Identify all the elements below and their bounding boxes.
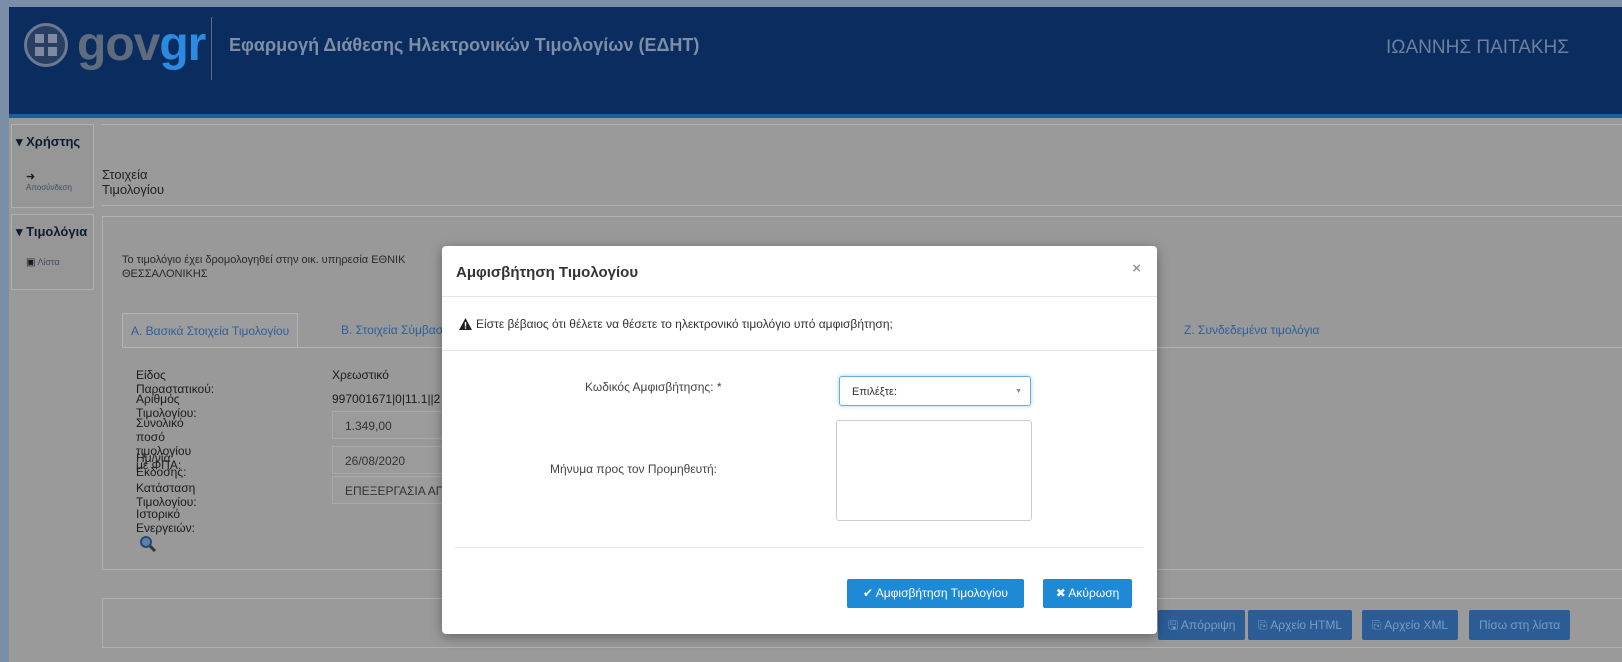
user-name[interactable]: ΙΩΑΝΝΗΣ ΠΑΙΤΑΚΗΣ	[1386, 37, 1569, 59]
field-label: Ημ/νία Εκδοσης:	[136, 451, 187, 479]
confirm-dispute-button[interactable]: ✔ Αμφισβήτηση Τιμολογίου	[847, 579, 1024, 608]
dispute-modal: Αμφισβήτηση Τιμολογίου × Είστε βέβαιος ό…	[442, 246, 1157, 634]
cancel-button[interactable]: ✖ Ακύρωση	[1043, 579, 1132, 608]
dispute-code-label: Κωδικός Αμφισβήτησης: *	[585, 380, 722, 394]
sidebar: ▾ Χρήστης ➜ Αποσύνδεση ▾ Τιμολόγια ▣ Λίσ…	[9, 118, 94, 662]
header-divider	[211, 17, 212, 80]
close-icon[interactable]: ×	[1132, 260, 1141, 277]
sidebar-item-label: Αποσύνδεση	[26, 183, 72, 192]
modal-divider	[442, 350, 1157, 351]
notice-line: ΘΕΣΣΑΛΟΝΙΚΗΣ	[122, 268, 208, 280]
page-title: Στοιχεία Τιμολογίου	[102, 167, 165, 197]
app-title: Εφαρμογή Διάθεσης Ηλεκτρονικών Τιμολογίω…	[229, 35, 700, 55]
field-label: Κατάσταση Τιμολογίου:	[136, 481, 197, 509]
magnifier-icon[interactable]	[139, 535, 157, 556]
chevron-down-icon: ▼	[1015, 388, 1022, 395]
xml-file-button[interactable]: ⎘ Αρχείο XML	[1362, 610, 1459, 640]
dispute-code-select[interactable]: Επιλέξτε: ▼	[839, 376, 1031, 406]
select-value: Επιλέξτε:	[852, 386, 898, 398]
sidebar-section-user: ▾ Χρήστης ➜ Αποσύνδεση	[11, 124, 94, 208]
field-value: 997001671|0|11.1||2	[332, 392, 441, 406]
tab-basic-info[interactable]: Α. Βασικά Στοιχεία Τιμολογίου	[122, 313, 299, 348]
history-row: Ιστορικό Ενεργειών:	[136, 507, 195, 556]
sign-out-icon: ➜	[26, 171, 36, 183]
supplier-message-label: Μήνυμα προς τον Προμηθευτή:	[550, 462, 717, 476]
govgr-logo[interactable]: govgr	[77, 17, 206, 73]
field-value: Χρεωστικό	[332, 368, 389, 382]
greek-emblem-icon	[24, 23, 68, 67]
issue-date-field[interactable]: 26/08/2020	[332, 446, 447, 474]
invoice-status-field[interactable]: ΕΠΕΞΕΡΓΑΣΙΑ ΑΠΟ	[332, 476, 447, 504]
header-bar: govgr Εφαρμογή Διάθεσης Ηλεκτρονικών Τιμ…	[9, 7, 1622, 118]
tab-linked-invoices[interactable]: Ζ. Συνδεδεμένα τιμολόγια	[1176, 313, 1327, 347]
sidebar-section-title[interactable]: ▾ Τιμολόγια	[12, 215, 93, 249]
page-header-panel	[102, 124, 1622, 206]
modal-title: Αμφισβήτηση Τιμολογίου	[456, 264, 639, 281]
sidebar-item-logout[interactable]: ➜ Αποσύνδεση	[26, 170, 72, 192]
html-file-button[interactable]: ⎘ Αρχείο HTML	[1248, 610, 1353, 640]
sidebar-item-label: Λίστα	[37, 257, 60, 267]
field-label: Ιστορικό Ενεργειών:	[136, 507, 195, 535]
notice-line: Το τιμολόγιο έχει δρομολογηθεί στην οικ.…	[122, 254, 406, 266]
back-to-list-button[interactable]: Πίσω στη λίστα	[1469, 610, 1571, 640]
warning-text: Είστε βέβαιος ότι θέλετε να θέσετε το ηλ…	[476, 317, 893, 331]
list-icon: ▣	[26, 257, 36, 268]
total-amount-field[interactable]: 1.349,00	[332, 411, 447, 439]
supplier-message-textarea[interactable]	[836, 420, 1032, 521]
sidebar-section-title[interactable]: ▾ Χρήστης	[12, 125, 93, 159]
modal-footer-divider	[455, 547, 1143, 548]
warning-message: Είστε βέβαιος ότι θέλετε να θέσετε το ηλ…	[459, 317, 893, 331]
sidebar-item-list[interactable]: ▣ Λίστα	[26, 257, 60, 268]
sidebar-section-invoices: ▾ Τιμολόγια ▣ Λίστα	[11, 214, 94, 290]
warning-icon	[459, 318, 472, 330]
routing-notice: Το τιμολόγιο έχει δρομολογηθεί στην οικ.…	[122, 253, 442, 281]
tab-contract-info[interactable]: Β. Στοιχεία Σύμβασ	[333, 313, 451, 347]
modal-divider	[442, 296, 1157, 297]
reject-button[interactable]: 🖫 Απόρριψη	[1158, 610, 1246, 640]
